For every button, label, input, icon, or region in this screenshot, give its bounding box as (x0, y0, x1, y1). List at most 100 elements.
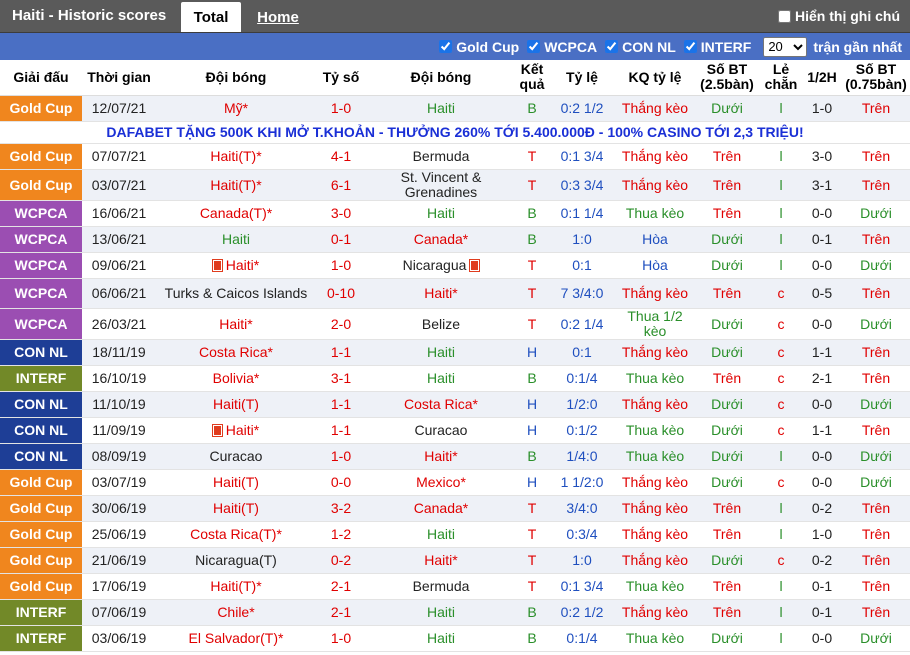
score-cell[interactable]: 1-1 (316, 391, 366, 418)
match-count-select[interactable]: 20 (763, 36, 808, 57)
filter-interf-checkbox[interactable] (683, 40, 697, 53)
league-cell[interactable]: CON NL (0, 443, 82, 470)
away-team-cell[interactable]: Haiti (366, 521, 516, 548)
table-row[interactable]: Gold Cup 07/07/21 Haiti(T)* 4-1 Bermuda T 0:1 … (0, 143, 910, 170)
score-cell[interactable]: 2-1 (316, 573, 366, 600)
table-row[interactable]: INTERF 03/06/19 El Salvador(T)* 1-0 Haiti B 0:… (0, 625, 910, 652)
away-team-cell[interactable]: Mexico* (366, 469, 516, 496)
away-team-cell[interactable]: Haiti (366, 599, 516, 626)
league-cell[interactable]: WCPCA (0, 252, 82, 279)
score-cell[interactable]: 0-1 (316, 226, 366, 253)
score-cell[interactable]: 6-1 (316, 169, 366, 201)
home-team-cell[interactable]: Haiti* (156, 252, 316, 279)
filter-con-nl-checkbox[interactable] (605, 40, 619, 53)
tab-home[interactable]: Home (243, 2, 313, 32)
table-row[interactable]: INTERF 16/10/19 Bolivia* 3-1 Haiti B 0:1/4 Thua… (0, 365, 910, 392)
away-team-cell[interactable]: Haiti* (366, 278, 516, 309)
score-cell[interactable]: 2-0 (316, 308, 366, 340)
away-team-cell[interactable]: Haiti* (366, 443, 516, 470)
score-cell[interactable]: 3-2 (316, 495, 366, 522)
filter-con-nl[interactable]: CON NL (605, 39, 676, 55)
show-notes-toggle[interactable]: Hiển thị ghi chú (778, 8, 900, 24)
league-cell[interactable]: CON NL (0, 339, 82, 366)
score-cell[interactable]: 2-1 (316, 599, 366, 626)
col-home-team[interactable]: Đội bóng (156, 60, 316, 96)
home-team-cell[interactable]: Haiti(T) (156, 469, 316, 496)
table-row[interactable]: Gold Cup 25/06/19 Costa Rica(T)* 1-2 Haiti T 0… (0, 521, 910, 548)
home-team-cell[interactable]: El Salvador(T)* (156, 625, 316, 652)
home-team-cell[interactable]: Haiti* (156, 417, 316, 444)
score-cell[interactable]: 1-0 (316, 95, 366, 122)
score-cell[interactable]: 1-1 (316, 339, 366, 366)
col-odds-result[interactable]: KQ tỷ lệ (616, 60, 694, 96)
league-cell[interactable]: Gold Cup (0, 469, 82, 496)
home-team-cell[interactable]: Haiti(T)* (156, 143, 316, 170)
league-cell[interactable]: WCPCA (0, 200, 82, 227)
league-cell[interactable]: WCPCA (0, 278, 82, 309)
home-team-cell[interactable]: Mỹ* (156, 95, 316, 122)
score-cell[interactable]: 4-1 (316, 143, 366, 170)
col-score[interactable]: Tỷ số (316, 60, 366, 96)
home-team-cell[interactable]: Haiti(T)* (156, 573, 316, 600)
score-cell[interactable]: 1-0 (316, 443, 366, 470)
league-cell[interactable]: CON NL (0, 417, 82, 444)
home-team-cell[interactable]: Canada(T)* (156, 200, 316, 227)
home-team-cell[interactable]: Turks & Caicos Islands (156, 278, 316, 309)
home-team-cell[interactable]: Haiti* (156, 308, 316, 340)
away-team-cell[interactable]: Haiti* (366, 547, 516, 574)
col-odds[interactable]: Tỷ lệ (548, 60, 616, 96)
home-team-cell[interactable]: Chile* (156, 599, 316, 626)
league-cell[interactable]: Gold Cup (0, 95, 82, 122)
away-team-cell[interactable]: Costa Rica* (366, 391, 516, 418)
league-cell[interactable]: Gold Cup (0, 143, 82, 170)
away-team-cell[interactable]: Curacao (366, 417, 516, 444)
col-over-under[interactable]: Số BT (2.5bàn) (694, 60, 760, 96)
home-team-cell[interactable]: Nicaragua(T) (156, 547, 316, 574)
table-row[interactable]: WCPCA 09/06/21 Haiti* 1-0 Nicaragua T 0:1 Hòa Dư… (0, 252, 910, 279)
score-cell[interactable]: 1-0 (316, 252, 366, 279)
away-team-cell[interactable]: Haiti (366, 339, 516, 366)
ad-banner-text[interactable]: DAFABET TẶNG 500K KHI MỞ T.KHOẢN - THƯỞN… (0, 121, 910, 144)
away-team-cell[interactable]: Canada* (366, 226, 516, 253)
league-cell[interactable]: INTERF (0, 625, 82, 652)
table-row[interactable]: WCPCA 26/03/21 Haiti* 2-0 Belize T 0:2 1/4 Thua… (0, 308, 910, 340)
league-cell[interactable]: WCPCA (0, 308, 82, 340)
filter-interf[interactable]: INTERF (683, 39, 751, 55)
table-row[interactable]: Gold Cup 03/07/21 Haiti(T)* 6-1 St. Vincent … (0, 169, 910, 201)
filter-gold-cup-checkbox[interactable] (439, 40, 453, 53)
table-row[interactable]: WCPCA 06/06/21 Turks & Caicos Islands 0-10 H… (0, 278, 910, 309)
away-team-cell[interactable]: St. Vincent & Grenadines (366, 169, 516, 201)
table-row[interactable]: CON NL 08/09/19 Curacao 1-0 Haiti* B 1/4:0 Thua… (0, 443, 910, 470)
home-team-cell[interactable]: Haiti (156, 226, 316, 253)
table-row[interactable]: CON NL 18/11/19 Costa Rica* 1-1 Haiti H 0:1 Thắ… (0, 339, 910, 366)
table-row[interactable]: INTERF 07/06/19 Chile* 2-1 Haiti B 0:2 1/2 Thắn… (0, 599, 910, 626)
away-team-cell[interactable]: Haiti (366, 365, 516, 392)
table-row[interactable]: Gold Cup 03/07/19 Haiti(T) 0-0 Mexico* H 1 1/2… (0, 469, 910, 496)
table-row[interactable]: Gold Cup 12/07/21 Mỹ* 1-0 Haiti B 0:2 1/2 Thắng… (0, 95, 910, 122)
away-team-cell[interactable]: Haiti (366, 200, 516, 227)
ad-banner-row[interactable]: DAFABET TẶNG 500K KHI MỞ T.KHOẢN - THƯỞN… (0, 121, 910, 144)
table-row[interactable]: CON NL 11/10/19 Haiti(T) 1-1 Costa Rica* H 1/2… (0, 391, 910, 418)
home-team-cell[interactable]: Haiti(T)* (156, 169, 316, 201)
score-cell[interactable]: 3-0 (316, 200, 366, 227)
table-row[interactable]: WCPCA 13/06/21 Haiti 0-1 Canada* B 1:0 Hòa Dưới l… (0, 226, 910, 253)
league-cell[interactable]: Gold Cup (0, 495, 82, 522)
filter-gold-cup[interactable]: Gold Cup (439, 39, 519, 55)
col-league[interactable]: Giải đấu (0, 60, 82, 96)
score-cell[interactable]: 0-2 (316, 547, 366, 574)
league-cell[interactable]: Gold Cup (0, 521, 82, 548)
filter-wcpca-checkbox[interactable] (527, 40, 541, 53)
col-result[interactable]: Kết quả (516, 60, 548, 96)
league-cell[interactable]: Gold Cup (0, 169, 82, 201)
league-cell[interactable]: CON NL (0, 391, 82, 418)
league-cell[interactable]: Gold Cup (0, 573, 82, 600)
col-away-team[interactable]: Đội bóng (366, 60, 516, 96)
score-cell[interactable]: 1-1 (316, 417, 366, 444)
score-cell[interactable]: 1-2 (316, 521, 366, 548)
tab-total[interactable]: Total (181, 2, 241, 32)
filter-wcpca[interactable]: WCPCA (527, 39, 597, 55)
league-cell[interactable]: WCPCA (0, 226, 82, 253)
col-date[interactable]: Thời gian (82, 60, 156, 96)
score-cell[interactable]: 0-10 (316, 278, 366, 309)
away-team-cell[interactable]: Bermuda (366, 143, 516, 170)
